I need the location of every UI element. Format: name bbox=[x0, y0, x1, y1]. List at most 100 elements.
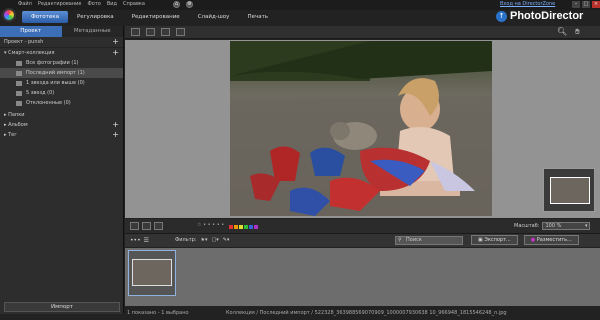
section-tag[interactable]: ▸ Тег + bbox=[0, 130, 123, 140]
share-button[interactable]: ● Разместить... bbox=[523, 235, 579, 245]
filter-flag-icon[interactable]: ✎▾ bbox=[223, 237, 230, 243]
menu-help[interactable]: Справка bbox=[123, 1, 145, 7]
main-photo[interactable] bbox=[230, 41, 492, 216]
maximize-icon[interactable]: □ bbox=[582, 1, 590, 8]
directorzone-link[interactable]: Вход на DirectorZone bbox=[500, 1, 555, 7]
project-label: Проект - punsh bbox=[4, 39, 44, 45]
export-button[interactable]: ▣ Экспорт... bbox=[471, 235, 518, 245]
section-folders[interactable]: ▸ Папки bbox=[0, 110, 123, 120]
minimize-icon[interactable]: – bbox=[572, 1, 580, 8]
zoom-select[interactable]: 100 % ▾ bbox=[542, 222, 591, 230]
tab-library[interactable]: Фототека bbox=[22, 11, 68, 23]
search-placeholder: Поиск bbox=[406, 237, 422, 243]
filter-rating-icon[interactable]: ★▾ bbox=[200, 237, 207, 243]
menu-view[interactable]: Вид bbox=[107, 1, 117, 7]
grid-view-icon[interactable] bbox=[146, 28, 155, 36]
brand: ↑ PhotoDirector bbox=[496, 10, 583, 22]
color-labels[interactable] bbox=[229, 224, 259, 231]
bottom-toolbar: ☆ • • • • • Масштаб: 100 % ▾ bbox=[125, 219, 600, 233]
status-path: Коллекция / Последний импорт / 522328_36… bbox=[226, 310, 507, 316]
zoom-label: Масштаб: bbox=[514, 223, 540, 229]
section-label: Папки bbox=[8, 112, 25, 118]
chevron-down-icon: ▾ bbox=[584, 223, 588, 229]
search-icon: ⚲ bbox=[398, 237, 402, 243]
filmstrip bbox=[125, 248, 600, 306]
collection-icon bbox=[16, 80, 22, 86]
add-album-icon[interactable]: + bbox=[112, 121, 119, 129]
smart-item-last-import[interactable]: Последний импорт (1) bbox=[0, 68, 123, 78]
left-panel: Проект Метаданные Проект - punsh + ▾ Сма… bbox=[0, 26, 124, 314]
view-toolbar: 🔍︎ ✋︎ bbox=[125, 26, 600, 39]
menu-file[interactable]: Файл bbox=[18, 1, 32, 7]
collection-icon bbox=[16, 90, 22, 96]
color-label-purple[interactable] bbox=[254, 225, 258, 229]
status-bar: 1 показано - 1 выбрано Коллекция / После… bbox=[125, 307, 600, 320]
brand-name: PhotoDirector bbox=[510, 10, 584, 22]
add-smart-collection-icon[interactable]: + bbox=[112, 49, 119, 57]
tab-slideshow[interactable]: Слайд-шоу bbox=[189, 11, 239, 23]
export-label: Экспорт... bbox=[484, 237, 511, 243]
add-project-icon[interactable]: + bbox=[112, 38, 119, 46]
smart-item-one-star[interactable]: 1 звезда или выше (0) bbox=[0, 78, 123, 88]
close-icon[interactable]: × bbox=[592, 1, 600, 8]
settings-icon[interactable]: ⚙ bbox=[186, 1, 193, 8]
more-icon[interactable]: ••• bbox=[130, 237, 141, 244]
compare-view-icon[interactable] bbox=[161, 28, 170, 36]
filter-label: Фильтр: bbox=[175, 237, 197, 243]
zoom-value: 100 % bbox=[545, 223, 562, 229]
color-label-red[interactable] bbox=[229, 225, 233, 229]
people-group-icon[interactable] bbox=[154, 222, 163, 230]
panel-tabs: Проект Метаданные bbox=[0, 26, 123, 37]
menu-bar: Файл Редактирование Фото Вид Справка bbox=[18, 1, 145, 7]
rating-stars[interactable]: ☆ • • • • • bbox=[197, 222, 224, 228]
tab-metadata[interactable]: Метаданные bbox=[61, 26, 123, 37]
color-label-blue[interactable] bbox=[249, 225, 253, 229]
collection-icon bbox=[16, 70, 22, 76]
section-label: Альбом bbox=[8, 122, 28, 128]
single-view-icon[interactable] bbox=[131, 28, 140, 36]
smart-collection-title: Смарт-коллекция bbox=[8, 50, 55, 56]
smart-item-all[interactable]: Все фотографии (1) bbox=[0, 58, 123, 68]
navigator-thumbnail[interactable] bbox=[543, 168, 595, 212]
collection-icon bbox=[16, 60, 22, 66]
filter-bar: ••• ☰ Фильтр: ★▾ □▾ ✎▾ ▣ Экспорт... ● Ра… bbox=[125, 233, 600, 247]
share-label: Разместить... bbox=[536, 237, 572, 243]
section-label: Тег bbox=[8, 132, 17, 138]
title-icons: ⌂ ⚙ bbox=[173, 1, 193, 8]
color-label-orange[interactable] bbox=[234, 225, 238, 229]
window-controls: – □ × bbox=[572, 1, 600, 8]
smart-collection-header[interactable]: ▾ Смарт-коллекция + bbox=[0, 48, 123, 58]
filter-color-icon[interactable]: □▾ bbox=[211, 237, 218, 243]
project-row: Проект - punsh + bbox=[0, 37, 123, 48]
list-view-icon[interactable]: ☰ bbox=[144, 237, 149, 244]
hand-icon[interactable]: ✋︎ bbox=[575, 27, 580, 37]
smart-item-rejected[interactable]: Отклоненные (0) bbox=[0, 98, 123, 108]
tab-adjust[interactable]: Регулировка bbox=[68, 11, 123, 23]
section-album[interactable]: ▸ Альбом + bbox=[0, 120, 123, 130]
zoom-tool-icon[interactable]: 🔍︎ bbox=[557, 27, 567, 37]
add-tag-icon[interactable]: + bbox=[112, 131, 119, 139]
import-button[interactable]: Импорт bbox=[4, 302, 120, 312]
smart-item-label: Последний импорт (1) bbox=[26, 70, 85, 76]
tab-print[interactable]: Печать bbox=[238, 11, 277, 23]
mode-tabs: Фототека Регулировка Редактирование Слай… bbox=[22, 11, 277, 23]
tab-project[interactable]: Проект bbox=[0, 26, 62, 37]
second-monitor-icon[interactable] bbox=[176, 28, 185, 36]
color-label-yellow[interactable] bbox=[239, 225, 243, 229]
menu-photo[interactable]: Фото bbox=[87, 1, 100, 7]
menu-edit[interactable]: Редактирование bbox=[38, 1, 82, 7]
search-input[interactable]: ⚲ Поиск bbox=[395, 236, 463, 245]
smart-item-label: Отклоненные (0) bbox=[26, 100, 71, 106]
status-count: 1 показано - 1 выбрано bbox=[127, 310, 189, 316]
people-icon[interactable] bbox=[142, 222, 151, 230]
smart-item-label: 5 звезд (0) bbox=[26, 90, 55, 96]
tab-edit[interactable]: Редактирование bbox=[123, 11, 189, 23]
color-label-green[interactable] bbox=[244, 225, 248, 229]
collection-icon bbox=[16, 100, 22, 106]
home-icon[interactable]: ⌂ bbox=[173, 1, 180, 8]
upload-arrow-icon: ↑ bbox=[496, 10, 507, 22]
person-icon[interactable] bbox=[130, 222, 139, 230]
smart-item-five-star[interactable]: 5 звезд (0) bbox=[0, 88, 123, 98]
photo-thumbnail[interactable] bbox=[128, 250, 176, 296]
smart-item-label: 1 звезда или выше (0) bbox=[26, 80, 85, 86]
